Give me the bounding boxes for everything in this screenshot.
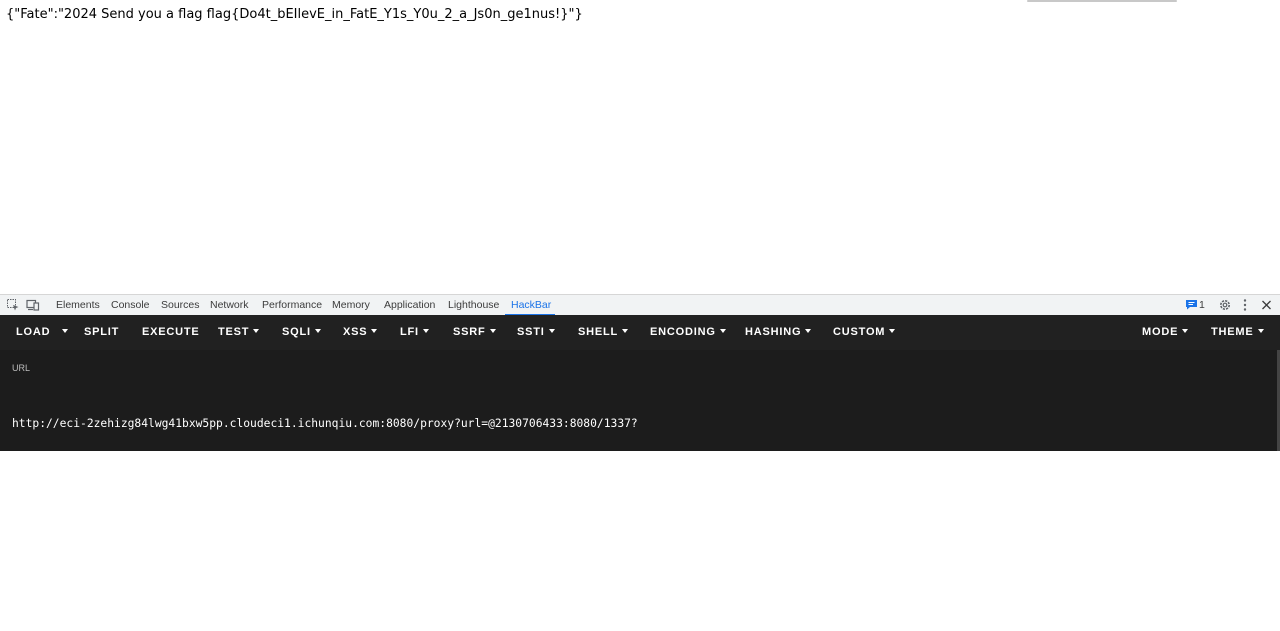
hashing-menu-button[interactable]: HASHING (745, 315, 812, 350)
sqli-menu-button[interactable]: SQLI (282, 315, 321, 350)
devtools-panel: Elements Console Sources Network Perform… (0, 294, 1280, 592)
custom-menu-label: CUSTOM (833, 326, 886, 338)
gear-icon[interactable] (1218, 298, 1232, 312)
devtools-tabbar: Elements Console Sources Network Perform… (0, 294, 1280, 316)
chevron-down-icon (805, 329, 812, 333)
custom-menu-button[interactable]: CUSTOM (833, 315, 896, 350)
xss-menu-label: XSS (343, 326, 368, 338)
lfi-menu-label: LFI (400, 326, 419, 338)
device-toolbar-icon[interactable] (26, 298, 40, 312)
hackbar-toolbar: LOAD SPLIT EXECUTE TEST SQLI XSS LFI SSR… (0, 315, 1280, 350)
close-icon[interactable] (1261, 298, 1272, 312)
chevron-down-icon (719, 329, 726, 333)
ssrf-menu-button[interactable]: SSRF (453, 315, 496, 350)
load-dropdown-button[interactable] (58, 315, 68, 350)
tab-network[interactable]: Network (210, 299, 249, 311)
chevron-down-icon (253, 329, 260, 333)
chevron-down-icon (62, 329, 68, 333)
page-scrollbar[interactable] (1027, 0, 1177, 2)
chevron-down-icon (422, 329, 429, 333)
test-menu-label: TEST (218, 326, 250, 338)
chevron-down-icon (371, 329, 378, 333)
url-line: http://eci-2zehizg84lwg41bxw5pp.cloudeci… (12, 417, 638, 430)
mode-menu-button[interactable]: MODE (1142, 315, 1189, 350)
url-label: URL (12, 363, 31, 373)
url-line: 1100110110010101110100001000000011100100… (12, 579, 1026, 592)
xss-menu-button[interactable]: XSS (343, 315, 378, 350)
inspect-element-icon[interactable] (6, 298, 20, 312)
lfi-menu-button[interactable]: LFI (400, 315, 429, 350)
encoding-menu-label: ENCODING (650, 326, 716, 338)
hackbar-body: URL http://eci-2zehizg84lwg41bxw5pp.clou… (0, 350, 1280, 592)
tab-application[interactable]: Application (384, 299, 435, 311)
tab-sources[interactable]: Sources (161, 299, 200, 311)
encoding-menu-button[interactable]: ENCODING (650, 315, 726, 350)
tab-hackbar[interactable]: HackBar (511, 299, 551, 311)
more-options-icon[interactable] (1240, 298, 1250, 312)
chevron-down-icon (489, 329, 496, 333)
url-textarea[interactable]: http://eci-2zehizg84lwg41bxw5pp.cloudeci… (12, 379, 1267, 631)
tab-memory[interactable]: Memory (332, 299, 370, 311)
tab-console[interactable]: Console (111, 299, 150, 311)
tab-lighthouse[interactable]: Lighthouse (448, 299, 499, 311)
test-menu-button[interactable]: TEST (218, 315, 260, 350)
url-line: 0=%2561%2562%2563%2564%2565%2566%2567%25… (12, 471, 1210, 484)
issues-icon[interactable] (1185, 298, 1198, 311)
sqli-menu-label: SQLI (282, 326, 311, 338)
ssrf-menu-label: SSRF (453, 326, 486, 338)
issues-count[interactable]: 1 (1199, 299, 1205, 311)
theme-menu-button[interactable]: THEME (1211, 315, 1264, 350)
tab-performance[interactable]: Performance (262, 299, 322, 311)
chevron-down-icon (1257, 329, 1264, 333)
shell-menu-button[interactable]: SHELL (578, 315, 629, 350)
mode-menu-label: MODE (1142, 326, 1179, 338)
execute-button[interactable]: EXECUTE (142, 315, 200, 350)
chevron-down-icon (889, 329, 896, 333)
theme-menu-label: THEME (1211, 326, 1254, 338)
tab-elements[interactable]: Elements (56, 299, 100, 311)
ssti-menu-button[interactable]: SSTI (517, 315, 555, 350)
shell-menu-label: SHELL (578, 326, 619, 338)
response-text: {"Fate":"2024 Send you a flag flag{Do4t_… (6, 7, 583, 22)
url-line: 1001010010010100100100000011011110111001… (12, 525, 1244, 538)
load-button[interactable]: LOAD (16, 315, 50, 350)
chevron-down-icon (1182, 329, 1189, 333)
hashing-menu-label: HASHING (745, 326, 802, 338)
chevron-down-icon (622, 329, 629, 333)
chevron-down-icon (548, 329, 555, 333)
ssti-menu-label: SSTI (517, 326, 545, 338)
page-content: {"Fate":"2024 Send you a flag flag{Do4t_… (0, 0, 1280, 294)
split-button[interactable]: SPLIT (84, 315, 119, 350)
chevron-down-icon (314, 329, 321, 333)
